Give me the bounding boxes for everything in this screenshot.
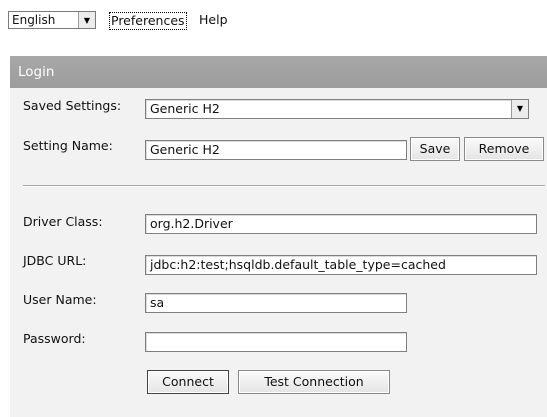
saved-settings-select[interactable]: Generic H2 ▼ — [145, 99, 529, 119]
saved-settings-value: Generic H2 — [150, 101, 220, 116]
save-button[interactable]: Save — [410, 137, 460, 161]
chevron-down-icon[interactable]: ▼ — [511, 100, 528, 118]
driver-class-label: Driver Class: — [23, 214, 103, 229]
help-link[interactable]: Help — [199, 12, 228, 28]
language-select[interactable]: English ▼ — [8, 11, 96, 29]
test-connection-button[interactable]: Test Connection — [238, 370, 390, 394]
remove-button[interactable]: Remove — [464, 137, 544, 161]
user-name-label: User Name: — [23, 292, 97, 307]
password-label: Password: — [23, 331, 86, 346]
setting-name-input[interactable]: Generic H2 — [145, 140, 407, 160]
jdbc-url-label: JDBC URL: — [23, 253, 87, 268]
login-panel-title: Login — [10, 56, 547, 88]
connect-button[interactable]: Connect — [147, 370, 229, 394]
driver-class-input[interactable]: org.h2.Driver — [145, 214, 537, 234]
separator — [23, 185, 545, 187]
saved-settings-label: Saved Settings: — [23, 98, 122, 113]
chevron-down-icon[interactable]: ▼ — [78, 12, 95, 28]
setting-name-label: Setting Name: — [23, 138, 113, 153]
password-input[interactable] — [145, 332, 407, 352]
jdbc-url-input[interactable]: jdbc:h2:test;hsqldb.default_table_type=c… — [145, 255, 537, 275]
language-select-value: English — [12, 13, 56, 27]
user-name-input[interactable]: sa — [145, 293, 407, 313]
preferences-link[interactable]: Preferences — [109, 12, 187, 30]
